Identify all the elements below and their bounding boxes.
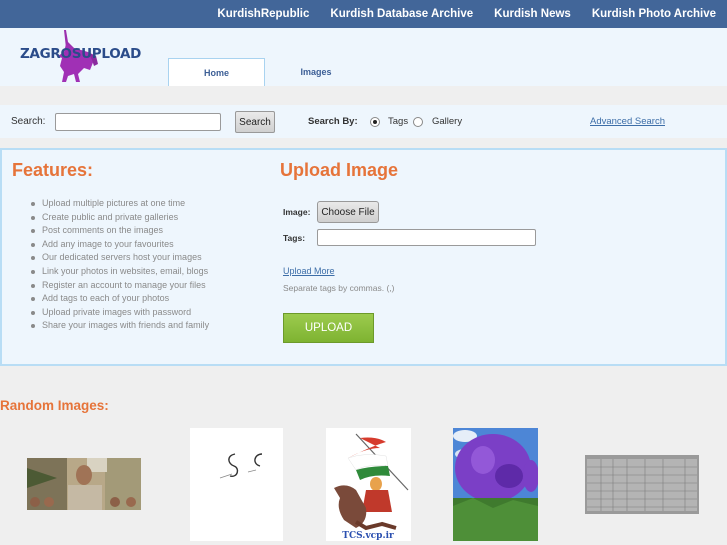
tags-field-label: Tags: [283,233,306,243]
calligraphy-sketch-icon [219,453,263,479]
random-image-thumb[interactable] [190,428,283,541]
feature-item: Post comments on the images [28,224,209,238]
random-image-thumb[interactable] [453,428,538,541]
top-nav-link-kurdish-republic[interactable]: KurdishRepublic [217,8,309,20]
features-list: Upload multiple pictures at one time Cre… [28,197,209,333]
tags-input[interactable] [317,229,536,246]
upload-image-title: Upload Image [280,160,399,180]
tcs-caption: TCS.vcp.ir [342,531,394,541]
upload-button[interactable]: UPLOAD [283,313,374,343]
random-image-thumb[interactable] [27,458,141,510]
feature-item: Add tags to each of your photos [28,292,209,306]
man-with-crowd-photo-icon [27,458,141,510]
image-field-label: Image: [283,207,311,217]
header-divider [0,86,727,105]
logo-text: ZAGROSUPLOAD [20,46,142,62]
search-input[interactable] [55,113,221,131]
top-nav-link-kurdish-news[interactable]: Kurdish News [494,8,571,20]
site-header: ZAGROSUPLOAD Home Images [0,28,727,86]
top-nav-link-kurdish-photo-archive[interactable]: Kurdish Photo Archive [592,8,716,20]
search-by-gallery-radio[interactable] [413,117,423,127]
top-nav-link-kurdish-database-archive[interactable]: Kurdish Database Archive [330,8,473,20]
site-logo[interactable]: ZAGROSUPLOAD [18,30,142,84]
search-by-tags-label: Tags [388,116,409,127]
upload-more-link[interactable]: Upload More [283,266,335,276]
feature-item: Register an account to manage your files [28,279,209,293]
features-title: Features: [12,160,94,180]
search-by-label: Search By: [308,116,358,127]
top-nav-bar: KurdishRepublic Kurdish Database Archive… [0,0,727,28]
search-by-gallery-label: Gallery [432,116,463,127]
random-image-thumb[interactable]: TCS.vcp.ir [326,428,411,541]
random-image-thumb[interactable] [585,455,699,514]
main-panel: Features: Upload multiple pictures at on… [0,148,727,366]
feature-item: Our dedicated servers host your images [28,251,209,265]
feature-item: Add any image to your favourites [28,238,209,252]
purple-flowers-photo-icon [453,428,538,541]
feature-item: Create public and private galleries [28,211,209,225]
advanced-search-link[interactable]: Advanced Search [590,116,665,127]
feature-item: Upload private images with password [28,306,209,320]
feature-item: Upload multiple pictures at one time [28,197,209,211]
search-bar: Search: Search Search By: Tags Gallery A… [0,105,727,138]
tab-home[interactable]: Home [168,58,265,86]
tab-images[interactable]: Images [268,58,364,86]
rider-with-flag-illustration-icon: TCS.vcp.ir [334,433,409,541]
document-table-scan-icon [585,455,699,514]
random-images-title: Random Images: [0,398,109,413]
feature-item: Link your photos in websites, email, blo… [28,265,209,279]
tags-hint: Separate tags by commas. (,) [283,283,395,293]
feature-item: Share your images with friends and famil… [28,319,209,333]
choose-file-button[interactable]: Choose File [317,201,379,223]
search-by-tags-radio[interactable] [370,117,380,127]
search-label: Search: [11,116,46,127]
search-button[interactable]: Search [235,111,275,133]
